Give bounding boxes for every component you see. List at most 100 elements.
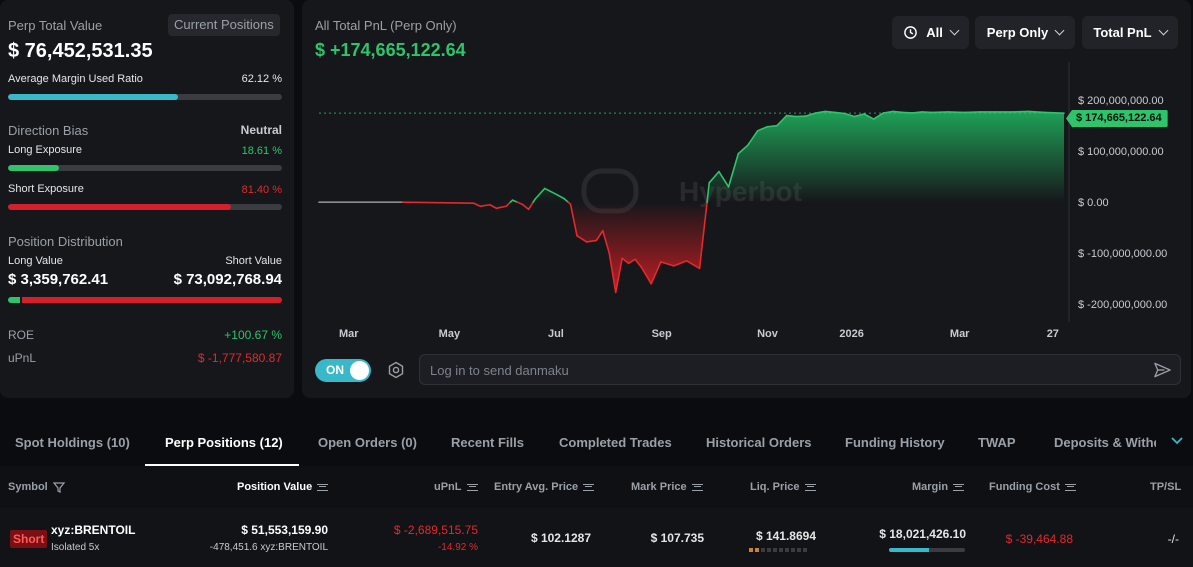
upnl-value: $ -1,777,580.87 [197,351,282,365]
col-symbol[interactable]: Symbol [8,481,65,493]
settings-icon[interactable] [387,361,405,379]
pnl-line-segment [963,111,981,114]
pnl-line-segment [1011,110,1030,113]
sort-icon [691,483,703,491]
perp-total-value: $ 76,452,531.35 [8,40,153,62]
short-distribution-segment [22,297,282,303]
avg-margin-bar-fill [8,94,179,100]
tab-spot-holdings[interactable]: Spot Holdings (10) [15,435,130,450]
pnl-chart-card: All Total PnL (Perp Only) $ +174,665,122… [302,0,1191,398]
y-tick-label: $ 200,000,000.00 [1078,95,1164,107]
table-row[interactable]: Short xyz:BRENTOIL Isolated 5x $ 51,553,… [0,507,1193,567]
upnl-label: uPnL [8,351,37,365]
x-tick-label: Mar [950,328,970,340]
col-position-value-label: Position Value [237,481,313,493]
long-exposure-value: 18.61 % [241,145,282,157]
pnl-line-segment [892,110,904,114]
y-tick-label: $ -200,000,000.00 [1078,299,1167,311]
tab-historical-orders[interactable]: Historical Orders [706,435,812,450]
position-size: -478,451.6 xyz:BRENTOIL [209,542,328,553]
position-distribution-label: Position Distribution [8,234,123,249]
perp-total-value-label: Perp Total Value [8,18,103,33]
direction-bias-label: Direction Bias [8,123,89,138]
pnl-line-segment [930,111,949,114]
x-tick-label: Jul [548,328,564,340]
col-liq-price-label: Liq. Price [750,481,800,493]
pnl-line-segment [785,114,798,118]
col-margin-label: Margin [912,481,949,493]
filter-icon[interactable] [52,481,65,493]
mark-price: $ 107.735 [650,531,704,545]
direction-bias-value: Neutral [240,123,282,137]
tab-completed-trades[interactable]: Completed Trades [559,435,672,450]
tab-deposits-withdrawals[interactable]: Deposits & Withd [1054,435,1156,450]
col-entry-price[interactable]: Entry Avg. Price [494,481,595,493]
position-summary-card: Perp Total Value Current Positions $ 76,… [0,0,294,398]
long-exposure-label: Long Exposure [8,144,82,156]
y-tick-label: $ 0.00 [1078,197,1109,209]
col-symbol-label: Symbol [8,481,48,493]
short-exposure-bar-fill [8,204,232,210]
pnl-chart: Hyperbot $ 200,000,000.00$ 100,000,000.0… [318,62,1167,340]
roe-value: +100.67 % [224,328,282,342]
short-value: $ 73,092,768.94 [173,271,282,288]
col-liq-price[interactable]: Liq. Price [750,481,816,493]
sort-icon [317,483,329,491]
pnl-line-segment [824,110,836,114]
short-exposure-label: Short Exposure [8,183,84,195]
pnl-line-segment [911,111,923,114]
chevron-down-icon[interactable] [1170,436,1184,446]
pnl-line-segment [901,111,914,114]
current-positions-button[interactable]: Current Positions [168,14,280,36]
liq-price: $ 141.8694 [755,529,816,543]
col-funding-cost[interactable]: Funding Cost [989,481,1076,493]
x-tick-label: May [439,328,461,340]
pnl-line-segment [1043,111,1065,114]
short-value-label: Short Value [225,255,282,267]
x-tick-label: Nov [757,328,779,340]
tab-recent-fills[interactable]: Recent Fills [451,435,524,450]
pnl-line-segment [402,201,475,205]
danmaku-toggle-label: ON [326,363,344,377]
pnl-line-segment [947,111,965,114]
liq-distance-indicator [749,548,807,552]
tab-funding-history[interactable]: Funding History [845,435,945,450]
danmaku-input[interactable]: Log in to send danmaku [419,354,1181,385]
col-mark-price[interactable]: Mark Price [631,481,703,493]
x-tick-label: 27 [1047,328,1059,340]
symbol-name[interactable]: xyz:BRENTOIL [51,523,135,537]
send-icon[interactable] [1153,361,1172,379]
funding-cost: $ -39,464.88 [1005,532,1073,546]
long-exposure-bar-fill [8,165,59,171]
pnl-line-segment [766,124,778,128]
long-distribution-segment [8,297,21,303]
pnl-line-segment [1027,110,1046,114]
tab-perp-positions[interactable]: Perp Positions (12) [165,435,283,450]
tab-open-orders[interactable]: Open Orders (0) [318,435,417,450]
position-value: $ 51,553,159.90 [241,523,328,537]
margin-usage-bar [889,548,965,552]
col-tpsl[interactable]: TP/SL [1150,481,1181,493]
margin-usage-bar-fill [889,548,929,552]
margin-mode: Isolated 5x [51,542,100,553]
margin-amount: $ 18,021,426.10 [879,527,966,541]
roe-label: ROE [8,328,35,342]
col-margin[interactable]: Margin [912,481,965,493]
entry-price: $ 102.1287 [530,531,591,545]
toggle-knob [350,361,369,380]
sort-icon [804,483,816,491]
sort-icon [466,483,478,491]
long-value-label: Long Value [8,255,63,267]
col-funding-cost-label: Funding Cost [989,481,1060,493]
short-exposure-value: 81.40 % [241,184,282,196]
danmaku-toggle[interactable]: ON [315,359,371,382]
y-tick-label: $ 100,000,000.00 [1078,146,1164,158]
pnl-line-segment [795,115,807,118]
y-tick-label: $ -100,000,000.00 [1078,248,1167,260]
col-mark-price-label: Mark Price [631,481,687,493]
col-entry-price-label: Entry Avg. Price [494,481,579,493]
tab-twap[interactable]: TWAP [978,435,1016,450]
col-position-value[interactable]: Position Value [237,481,329,493]
col-upnl[interactable]: uPnL [434,481,478,493]
avg-margin-value: 62.12 % [241,73,282,85]
